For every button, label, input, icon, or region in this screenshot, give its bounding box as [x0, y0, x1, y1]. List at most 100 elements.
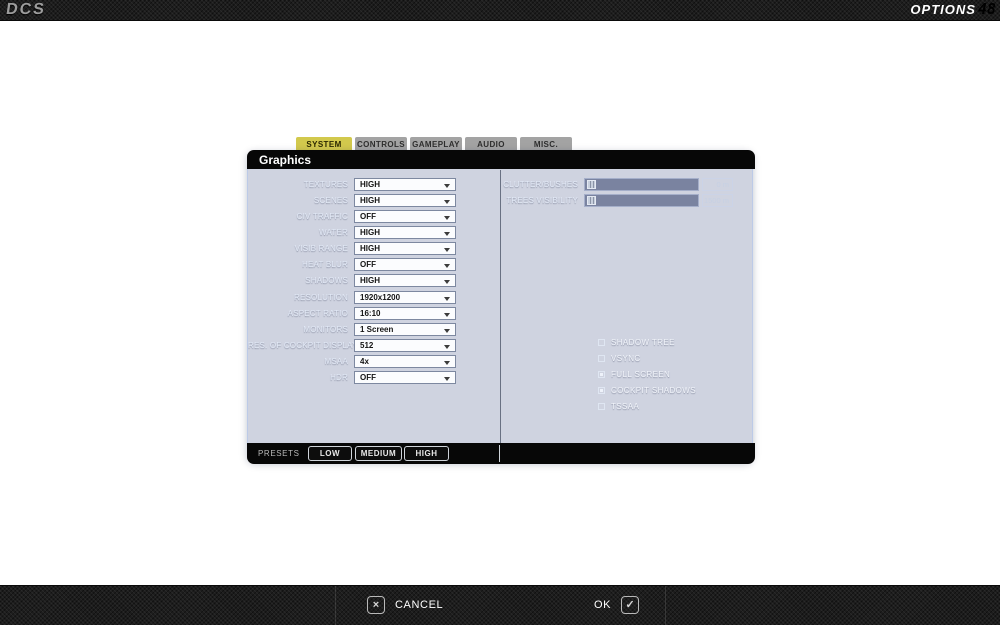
checkbox-full-screen[interactable]: FULL SCREEN — [598, 370, 670, 379]
dropdown-value: 512 — [360, 341, 373, 350]
checkbox-shadow-tree[interactable]: SHADOW TREE — [598, 338, 675, 347]
dropdown-value: 1 Screen — [360, 325, 393, 334]
footer-seam-left — [335, 586, 336, 625]
chevron-down-icon — [444, 313, 450, 317]
setting-label: WATER — [248, 228, 348, 237]
setting-label: ASPECT RATIO — [248, 309, 348, 318]
panel-header: Graphics — [247, 150, 755, 169]
dropdown-resolution[interactable]: 1920x1200 — [354, 291, 456, 304]
checkbox-vsync[interactable]: VSYNC — [598, 354, 641, 363]
setting-label: RESOLUTION — [248, 293, 348, 302]
dropdown-value: OFF — [360, 373, 376, 382]
dropdown-visib-range[interactable]: HIGH — [354, 242, 456, 255]
top-bar: DCS OPTIONS 48 — [0, 0, 1000, 21]
chevron-down-icon — [444, 248, 450, 252]
version-number: 48 — [978, 2, 996, 17]
panel-divider — [500, 170, 501, 443]
dropdown-value: 1920x1200 — [360, 293, 400, 302]
checkbox-box — [598, 339, 605, 346]
dropdown-water[interactable]: HIGH — [354, 226, 456, 239]
dropdown-value: OFF — [360, 212, 376, 221]
slider-label: CLUTTER/BUSHES — [502, 180, 578, 189]
chevron-down-icon — [444, 377, 450, 381]
footer-seam-right — [665, 586, 666, 625]
preset-button-medium[interactable]: MEDIUM — [355, 446, 402, 461]
tab-audio[interactable]: AUDIO — [465, 137, 517, 151]
slider-handle[interactable] — [587, 196, 596, 205]
setting-row-monitors: MONITORS1 Screen — [248, 323, 500, 336]
cancel-button[interactable]: × CANCEL — [367, 596, 443, 614]
tab-system[interactable]: SYSTEM — [296, 137, 352, 151]
setting-row-res-of-cockpit-displays: RES. OF COCKPIT DISPLAYS512 — [248, 339, 500, 352]
presets-bar: PRESETS LOWMEDIUMHIGH — [247, 443, 755, 464]
dropdown-value: 4x — [360, 357, 369, 366]
dropdown-res-of-cockpit-displays[interactable]: 512 — [354, 339, 456, 352]
setting-label: VISIB RANGE — [248, 244, 348, 253]
checkbox-box — [598, 387, 605, 394]
dropdown-civ-traffic[interactable]: OFF — [354, 210, 456, 223]
checkbox-label: VSYNC — [611, 354, 641, 363]
setting-row-resolution: RESOLUTION 1920x1200 — [248, 291, 500, 304]
setting-label: HDR — [248, 373, 348, 382]
checkbox-tssaa[interactable]: TSSAA — [598, 402, 639, 411]
presets-divider — [499, 445, 500, 462]
dropdown-value: HIGH — [360, 244, 380, 253]
setting-label: HEAT BLUR — [248, 260, 348, 269]
preset-button-high[interactable]: HIGH — [404, 446, 449, 461]
setting-label: MSAA — [248, 357, 348, 366]
checkbox-cockpit-shadows[interactable]: COCKPIT SHADOWS — [598, 386, 696, 395]
setting-row-hdr: HDR OFF — [248, 371, 500, 384]
setting-label: SHADOWS — [248, 276, 348, 285]
checkbox-box — [598, 403, 605, 410]
checkbox-label: COCKPIT SHADOWS — [611, 386, 696, 395]
chevron-down-icon — [444, 216, 450, 220]
preset-button-low[interactable]: LOW — [308, 446, 352, 461]
dropdown-aspect-ratio[interactable]: 16:10 — [354, 307, 456, 320]
chevron-down-icon — [444, 329, 450, 333]
slider-row-trees-visibility: TREES VISIBILITY1500 m — [248, 194, 754, 207]
setting-row-shadows: SHADOWS HIGH — [248, 274, 500, 287]
setting-row-heat-blur: HEAT BLUR OFF — [248, 258, 500, 271]
checkbox-box — [598, 371, 605, 378]
presets-label: PRESETS — [258, 449, 300, 458]
ok-check-icon: ✓ — [621, 596, 639, 614]
cancel-x-icon: × — [367, 596, 385, 614]
cancel-label: CANCEL — [395, 599, 443, 611]
tab-gameplay[interactable]: GAMEPLAY — [410, 137, 462, 151]
chevron-down-icon — [444, 297, 450, 301]
dropdown-msaa[interactable]: 4x — [354, 355, 456, 368]
slider-track-clutter-bushes[interactable] — [584, 178, 699, 191]
setting-row-civ-traffic: CIV TRAFFICOFF — [248, 210, 500, 223]
slider-value: 0 m — [702, 178, 733, 191]
chevron-down-icon — [444, 232, 450, 236]
setting-row-msaa: MSAA 4x — [248, 355, 500, 368]
slider-handle[interactable] — [587, 180, 596, 189]
setting-row-water: WATER HIGH — [248, 226, 500, 239]
ok-button[interactable]: OK ✓ — [594, 596, 639, 614]
slider-row-clutter-bushes: CLUTTER/BUSHES 0 m — [248, 178, 754, 191]
setting-row-visib-range: VISIB RANGE HIGH — [248, 242, 500, 255]
dropdown-heat-blur[interactable]: OFF — [354, 258, 456, 271]
dropdown-value: 16:10 — [360, 309, 380, 318]
checkbox-checked-mark — [600, 373, 603, 376]
graphics-panel: Graphics TEXTURESHIGHSCENESHIGHCIV TRAFF… — [247, 150, 753, 462]
chevron-down-icon — [444, 280, 450, 284]
tab-misc[interactable]: MISC. — [520, 137, 572, 151]
dropdown-hdr[interactable]: OFF — [354, 371, 456, 384]
chevron-down-icon — [444, 345, 450, 349]
dropdown-monitors[interactable]: 1 Screen — [354, 323, 456, 336]
chevron-down-icon — [444, 264, 450, 268]
footer-bar: × CANCEL OK ✓ — [0, 585, 1000, 625]
options-title: OPTIONS 48 — [910, 2, 996, 17]
checkbox-label: TSSAA — [611, 402, 639, 411]
slider-value: 1500 m — [702, 194, 733, 207]
dcs-logo: DCS — [5, 1, 47, 19]
dropdown-value: OFF — [360, 260, 376, 269]
chevron-down-icon — [444, 361, 450, 365]
tab-controls[interactable]: CONTROLS — [355, 137, 407, 151]
dropdown-value: HIGH — [360, 228, 380, 237]
dropdown-shadows[interactable]: HIGH — [354, 274, 456, 287]
options-label: OPTIONS — [910, 2, 976, 17]
checkbox-checked-mark — [600, 389, 603, 392]
slider-track-trees-visibility[interactable] — [584, 194, 699, 207]
